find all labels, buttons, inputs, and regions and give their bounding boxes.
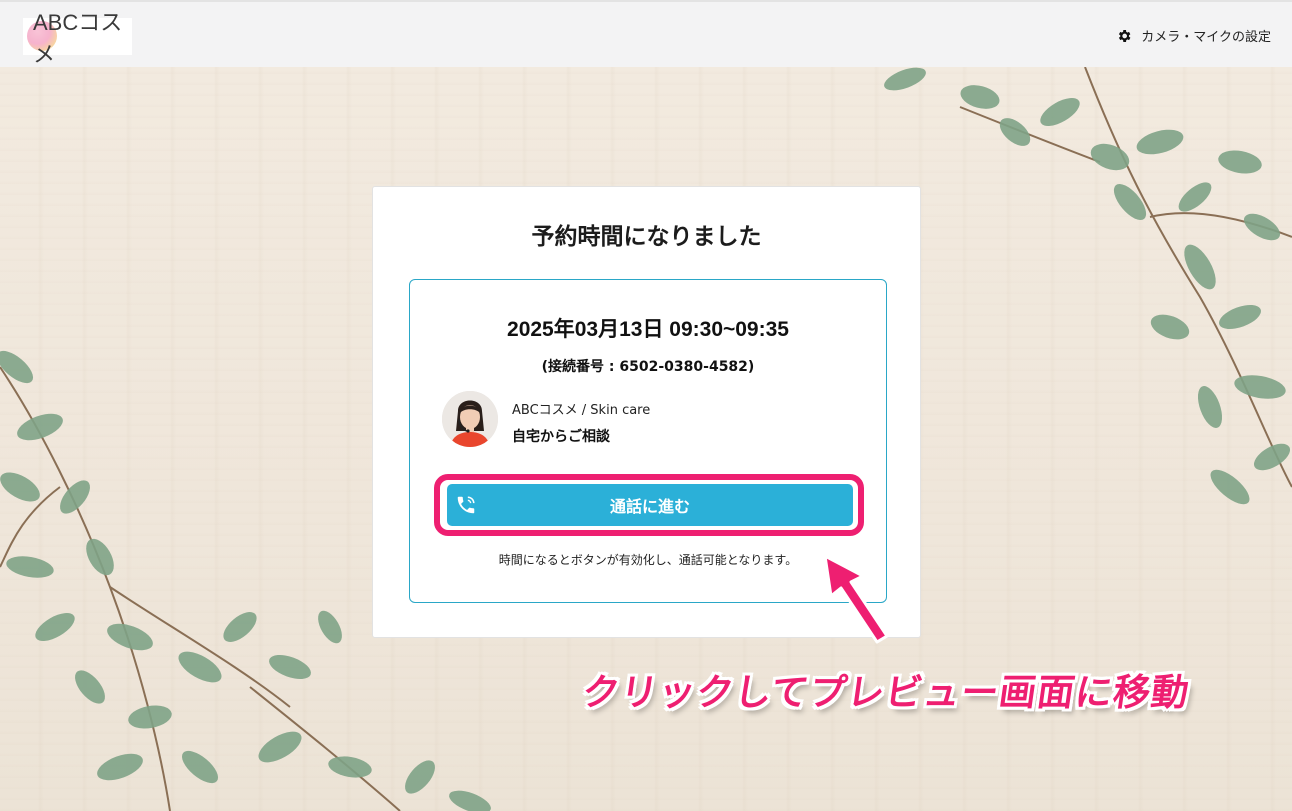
top-bar: ABCコスメ カメラ・マイクの設定 — [0, 0, 1292, 67]
page-title: 予約時間になりました — [531, 224, 762, 250]
appointment-datetime: 2025年03月13日 09:30~09:35 — [507, 318, 789, 341]
settings-label: カメラ・マイクの設定 — [1141, 30, 1271, 45]
proceed-to-call-button[interactable]: 通話に進む — [447, 484, 853, 526]
logo[interactable]: ABCコスメ — [23, 10, 132, 67]
phone-icon — [457, 496, 475, 514]
camera-mic-settings-button[interactable]: カメラ・マイクの設定 — [1116, 26, 1271, 45]
proceed-to-call-label: 通話に進む — [609, 497, 690, 516]
shop-name: ABCコスメ / Skin care — [512, 403, 651, 418]
annotation-arrow — [823, 554, 889, 644]
consultation-plan: 自宅からご相談 — [512, 429, 610, 445]
gear-icon — [1119, 29, 1131, 42]
logo-text: ABCコスメ — [33, 9, 123, 67]
annotation-caption: クリックしてプレビュー画面に移動 — [579, 671, 1193, 714]
connection-number: (接続番号 : 6502-0380-4582) — [541, 359, 755, 375]
avatar — [442, 391, 498, 447]
